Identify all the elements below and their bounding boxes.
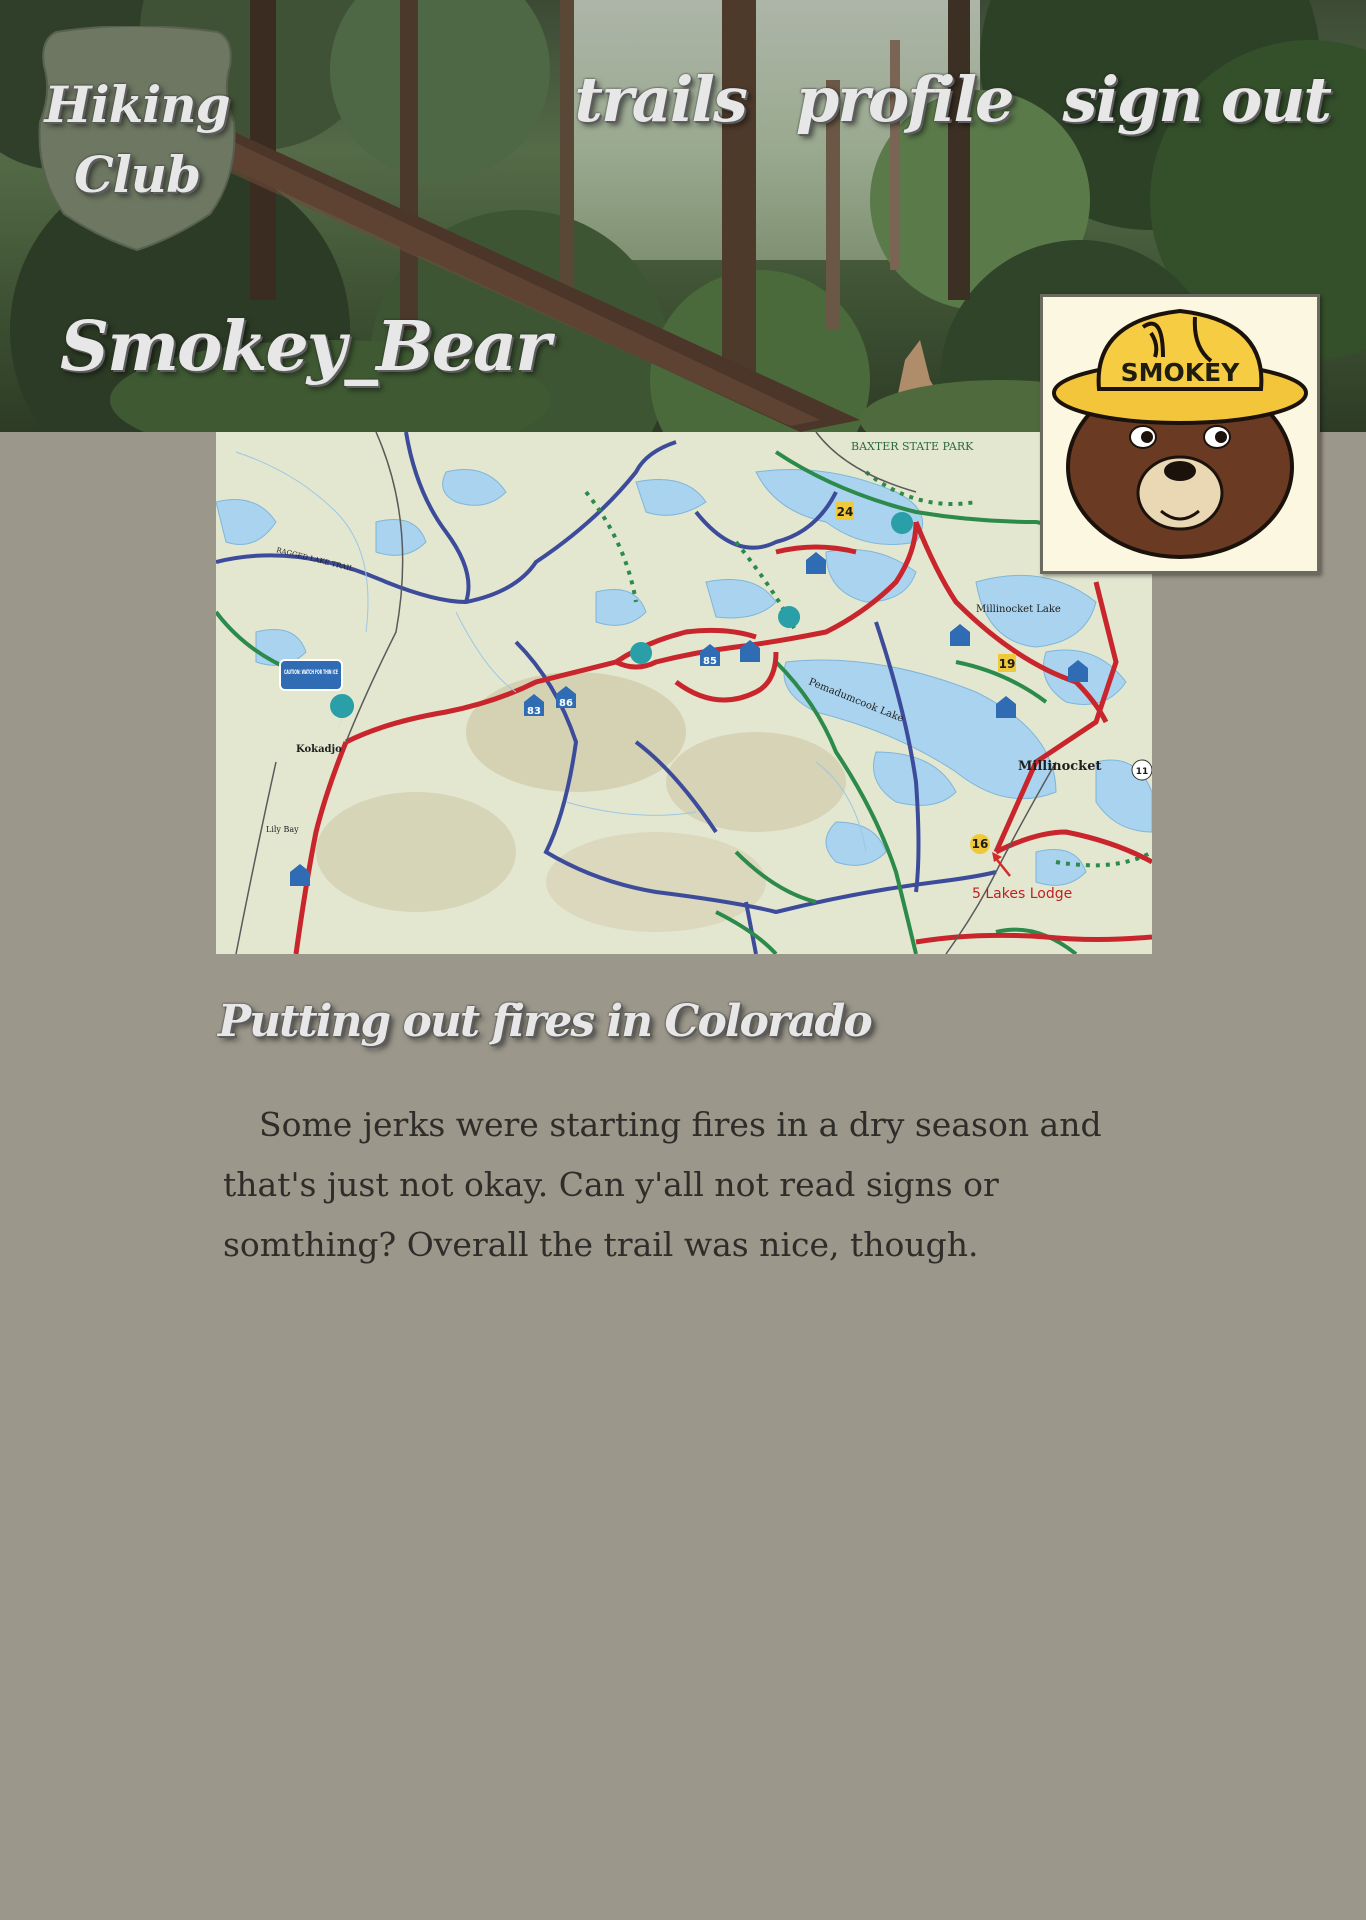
smokey-hat-label: SMOKEY (1121, 358, 1241, 387)
hiking-club-logo[interactable]: Hiking Club (34, 26, 240, 252)
main-nav: trails profile sign out (574, 62, 1332, 138)
trail-map: 24 19 16 11 83 86 85 CAUTION: WATCH FOR … (216, 432, 1152, 954)
kokadjo-label: Kokadjo (296, 744, 342, 755)
millinocket-label: Millinocket (1018, 759, 1101, 774)
post-title: Putting out fires in Colorado (218, 996, 873, 1047)
nav-sign-out-link[interactable]: sign out (1062, 62, 1332, 138)
logo-line-club: Club (73, 145, 201, 204)
route-83-label: 83 (527, 706, 541, 717)
baxter-state-park-label: BAXTER STATE PARK (851, 440, 974, 453)
profile-username: Smokey_Bear (60, 307, 551, 387)
caution-sign-label: CAUTION: WATCH FOR THIN ICE (284, 668, 338, 676)
five-lakes-lodge-label: 5 Lakes Lodge (972, 886, 1072, 902)
route-11-label: 11 (1136, 767, 1149, 777)
millinocket-lake-label: Millinocket Lake (976, 604, 1061, 615)
trail-map-image: 24 19 16 11 83 86 85 CAUTION: WATCH FOR … (216, 432, 1152, 954)
post-body: Some jerks were starting fires in a dry … (223, 1105, 1102, 1264)
route-16-label: 16 (972, 837, 989, 851)
nav-profile-link[interactable]: profile (796, 62, 1015, 138)
profile-avatar: SMOKEY (1040, 294, 1320, 574)
smokey-bear-icon: SMOKEY (1052, 308, 1308, 559)
route-86-label: 86 (559, 698, 573, 709)
route-19-label: 19 (999, 657, 1016, 671)
logo-line-hiking: Hiking (44, 75, 230, 134)
nav-trails-link[interactable]: trails (574, 62, 747, 138)
route-85-label: 85 (703, 656, 717, 667)
route-24-label: 24 (837, 505, 854, 519)
lily-bay-label: Lily Bay (266, 825, 299, 834)
